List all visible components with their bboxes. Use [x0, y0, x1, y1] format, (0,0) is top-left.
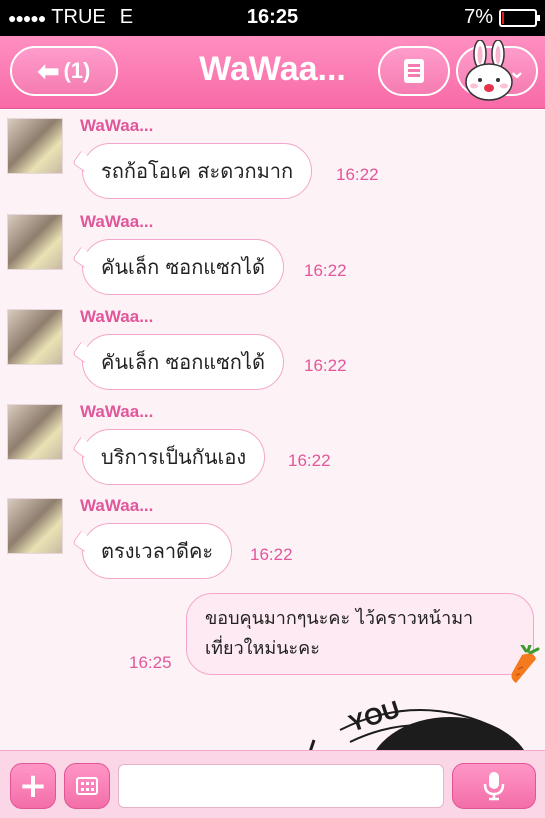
sender-name: WaWaa...: [80, 116, 154, 135]
message-bubble[interactable]: คันเล็ก ซอกแซกได้: [82, 334, 284, 390]
outgoing-text-line-2: เที่ยวใหม่นะคะ: [205, 638, 320, 659]
sticker-image: YOU: [309, 700, 524, 750]
outgoing-message-bubble[interactable]: ขอบคุนมากๆนะคะ ไว้คราวหน้ามา เที่ยวใหม่น…: [186, 593, 534, 675]
keyboard-icon: [76, 777, 98, 795]
message-row: WaWaa... คันเล็ก ซอกแซกได้ 16:22: [0, 301, 545, 396]
keyboard-toggle-button[interactable]: [64, 763, 110, 809]
message-row: WaWaa... รถก้อโอเค สะดวกมาก 16:22: [0, 110, 545, 205]
sender-name: WaWaa...: [80, 402, 154, 421]
notes-icon: [404, 59, 424, 83]
battery-fill: [502, 11, 505, 24]
battery-status: 7%: [464, 6, 540, 29]
status-bar: ●●●●● TRUE E 16:25 7%: [0, 0, 545, 36]
message-text: ตรงเวลาดีคะ: [101, 539, 214, 563]
message-input[interactable]: [118, 764, 444, 808]
message-text: รถก้อโอเค สะดวกมาก: [101, 159, 294, 183]
bunny-icon[interactable]: [463, 40, 515, 102]
message-bubble[interactable]: ตรงเวลาดีคะ: [82, 523, 233, 579]
message-bubble[interactable]: บริการเป็นกันเอง: [82, 429, 266, 485]
message-time: 16:22: [250, 545, 293, 564]
outgoing-text-line-1: ขอบคุนมากๆนะคะ ไว้คราวหน้ามา: [205, 608, 474, 629]
chat-area[interactable]: WaWaa... รถก้อโอเค สะดวกมาก 16:22 WaWaa.…: [0, 110, 545, 750]
avatar[interactable]: [7, 118, 63, 174]
avatar[interactable]: [7, 404, 63, 460]
battery-icon: [499, 8, 540, 27]
battery-percent: 7%: [464, 6, 493, 28]
voice-message-button[interactable]: [452, 763, 536, 809]
message-row: WaWaa... คันเล็ก ซอกแซกได้ 16:22: [0, 206, 545, 301]
message-bubble[interactable]: คันเล็ก ซอกแซกได้: [82, 239, 284, 295]
input-bar: +: [0, 750, 545, 818]
avatar[interactable]: [7, 214, 63, 270]
microphone-icon: [483, 772, 505, 801]
message-text: บริการเป็นกันเอง: [101, 445, 247, 469]
message-time: 16:22: [304, 261, 347, 280]
message-time: 16:22: [336, 165, 379, 184]
add-attachment-button[interactable]: +: [10, 763, 56, 809]
sender-name: WaWaa...: [80, 212, 154, 231]
message-bubble[interactable]: รถก้อโอเค สะดวกมาก: [82, 143, 313, 199]
message-row: WaWaa... ตรงเวลาดีคะ 16:22: [0, 490, 545, 585]
avatar[interactable]: [7, 498, 63, 554]
message-time: 16:22: [288, 451, 331, 470]
message-text: คันเล็ก ซอกแซกได้: [101, 255, 265, 279]
carrot-icon: [511, 645, 540, 683]
outgoing-message-time: 16:25: [129, 653, 172, 672]
chat-menu-button[interactable]: [378, 46, 450, 96]
message-row: WaWaa... บริการเป็นกันเอง 16:22: [0, 396, 545, 491]
message-time: 16:22: [304, 356, 347, 375]
message-text: คันเล็ก ซอกแซกได้: [101, 350, 265, 374]
plus-icon: +: [18, 766, 48, 806]
sender-name: WaWaa...: [80, 496, 154, 515]
sender-name: WaWaa...: [80, 307, 154, 326]
avatar[interactable]: [7, 309, 63, 365]
